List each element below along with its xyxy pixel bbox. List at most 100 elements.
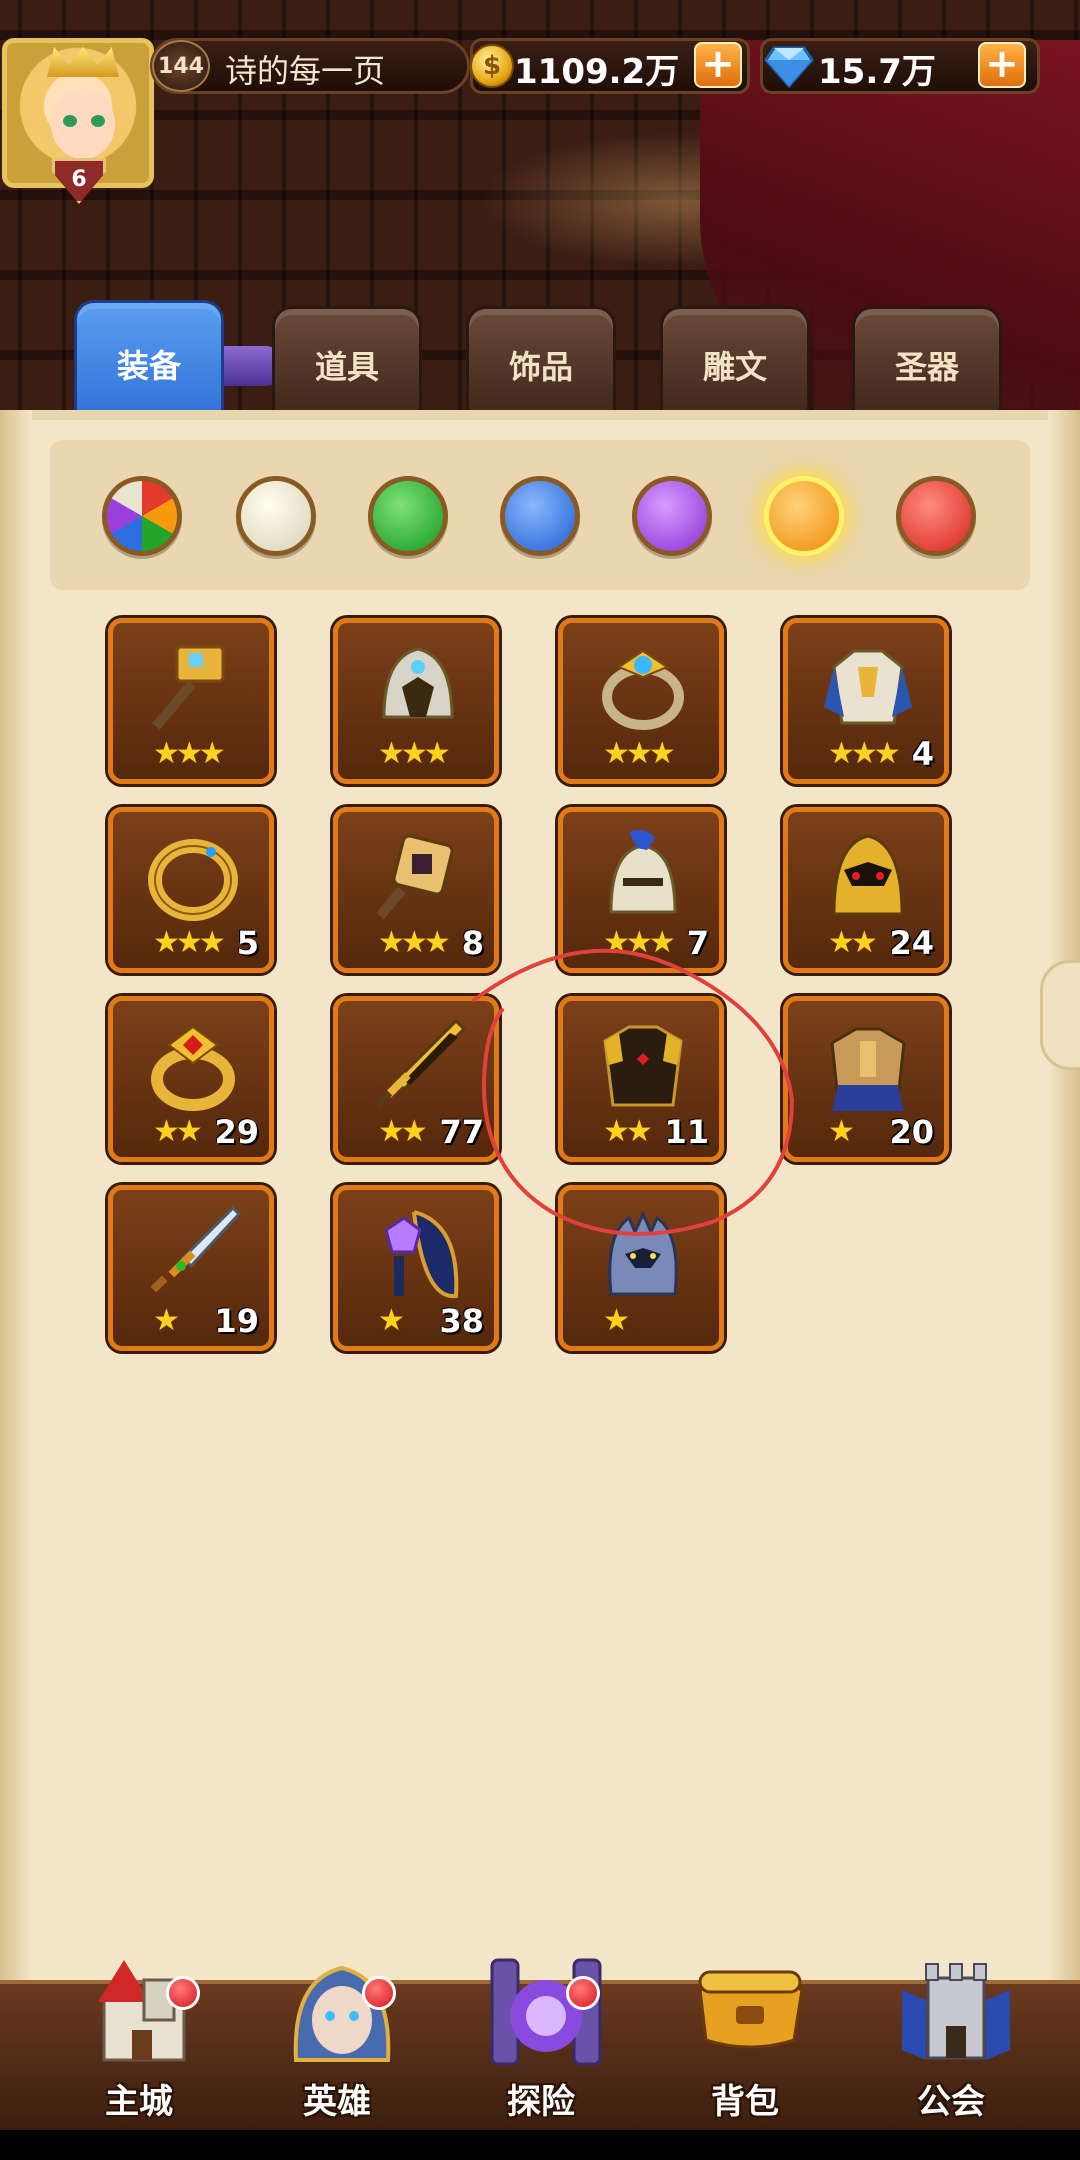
helmet-icon xyxy=(382,647,454,719)
item-count: 29 xyxy=(214,1113,259,1151)
nav-backpack[interactable]: 背包 xyxy=(660,1950,830,2130)
add-gold-button[interactable]: + xyxy=(694,42,742,88)
diamond-icon xyxy=(764,46,814,88)
sword-icon xyxy=(373,1018,467,1109)
filter-red[interactable] xyxy=(896,476,976,556)
avatar-face xyxy=(51,89,115,159)
equipment-slot[interactable]: ★★★ 4 xyxy=(783,618,949,784)
equipment-slot[interactable]: ★★★ 5 xyxy=(108,807,274,973)
nav-label: 公会 xyxy=(917,2082,985,2122)
nav-label: 主城 xyxy=(105,2082,173,2122)
notification-badge xyxy=(166,1976,200,2010)
avatar-eye xyxy=(91,115,105,127)
item-count: 20 xyxy=(889,1113,934,1151)
item-count: 8 xyxy=(461,924,484,962)
nav-label: 探险 xyxy=(507,2082,575,2122)
star-rating: ★★ xyxy=(378,1114,428,1149)
star-rating: ★ xyxy=(828,1114,855,1149)
item-count: 11 xyxy=(664,1113,709,1151)
filter-white[interactable] xyxy=(236,476,316,556)
snake-ring-icon xyxy=(148,839,238,921)
equipment-slot[interactable]: ★★★ xyxy=(333,618,499,784)
filter-blue[interactable] xyxy=(500,476,580,556)
nav-explore[interactable]: 探险 xyxy=(456,1950,626,2130)
star-rating: ★★ xyxy=(828,925,878,960)
star-rating: ★ xyxy=(153,1303,180,1338)
armor-icon xyxy=(824,649,912,725)
equipment-slot[interactable]: ★★ 29 xyxy=(108,996,274,1162)
equipment-slot[interactable]: ★★★ xyxy=(108,618,274,784)
star-rating: ★★★ xyxy=(828,736,901,771)
gem-shield-icon xyxy=(384,1210,459,1299)
star-rating: ★★★ xyxy=(378,925,451,960)
item-count: 19 xyxy=(214,1302,259,1340)
item-count: 24 xyxy=(889,924,934,962)
star-rating: ★★ xyxy=(153,1114,203,1149)
star-rating: ★★ xyxy=(603,1114,653,1149)
star-rating: ★★★ xyxy=(603,925,676,960)
nav-heroes[interactable]: 英雄 xyxy=(252,1950,422,2130)
hammer-icon xyxy=(152,645,225,730)
gold-coin-icon: $ xyxy=(470,44,514,88)
knight-helmet-icon xyxy=(609,830,677,914)
item-count: 7 xyxy=(686,924,709,962)
wolf-helmet-icon xyxy=(608,1210,678,1296)
equipment-slot[interactable]: ★★★ xyxy=(558,618,724,784)
equipment-slot[interactable]: ★★ 77 xyxy=(333,996,499,1162)
notification-badge xyxy=(362,1976,396,2010)
guild-tower-icon xyxy=(902,1963,1010,2060)
hero-icon xyxy=(293,1965,391,2062)
side-drawer-handle[interactable] xyxy=(1040,960,1080,1070)
dagger-icon xyxy=(150,1205,242,1293)
backpack-icon xyxy=(698,1970,804,2049)
filter-all[interactable] xyxy=(102,476,182,556)
tab-accessories[interactable]: 饰品 xyxy=(466,306,616,424)
notification-badge xyxy=(566,1976,600,2010)
player-name: 诗的每一页 xyxy=(225,52,386,90)
equipment-slot[interactable]: ★ 20 xyxy=(783,996,949,1162)
tab-items[interactable]: 道具 xyxy=(272,306,422,424)
panel-left-edge xyxy=(0,410,32,2050)
item-count: 77 xyxy=(439,1113,484,1151)
nav-label: 背包 xyxy=(711,2082,779,2122)
star-rating: ★★★ xyxy=(153,925,226,960)
gold-helmet-icon xyxy=(832,834,904,916)
chest-armor-icon xyxy=(603,1025,683,1107)
equipment-slot[interactable]: ★ 19 xyxy=(108,1185,274,1351)
equipment-slot[interactable]: ★ xyxy=(558,1185,724,1351)
star-rating: ★★★ xyxy=(378,736,451,771)
equipment-slot[interactable]: ★ 38 xyxy=(333,1185,499,1351)
top-bar: 144 诗的每一页 $ 1109.2万 + 15.7万 + xyxy=(0,36,1080,98)
item-count: 5 xyxy=(236,924,259,962)
castle-icon xyxy=(98,1960,186,2062)
filter-purple[interactable] xyxy=(632,476,712,556)
player-level-badge: 144 xyxy=(152,40,210,92)
star-rating: ★★★ xyxy=(153,736,226,771)
equipment-slot[interactable]: ★★★ 7 xyxy=(558,807,724,973)
plate-armor-icon xyxy=(830,1027,906,1111)
ruby-ring-icon xyxy=(151,1025,235,1111)
filter-green[interactable] xyxy=(368,476,448,556)
star-rating: ★ xyxy=(378,1303,405,1338)
ring-icon xyxy=(602,649,684,730)
tab-glyphs[interactable]: 雕文 xyxy=(660,306,810,424)
gold-amount: 1109.2万 xyxy=(514,52,680,92)
equipment-slot[interactable]: ★★ 11 xyxy=(558,996,724,1162)
nav-main-city[interactable]: 主城 xyxy=(54,1950,224,2130)
nav-guild[interactable]: 公会 xyxy=(866,1950,1036,2130)
avatar-eye xyxy=(63,115,77,127)
star-rating: ★ xyxy=(603,1303,630,1338)
portal-icon xyxy=(490,1958,602,2066)
add-gems-button[interactable]: + xyxy=(978,42,1026,88)
equipment-slot[interactable]: ★★ 24 xyxy=(783,807,949,973)
panel-right-edge xyxy=(1048,410,1080,2050)
equipment-slot[interactable]: ★★★ 8 xyxy=(333,807,499,973)
item-count: 38 xyxy=(439,1302,484,1340)
nav-label: 英雄 xyxy=(303,2082,371,2122)
tab-equipment[interactable]: 装备 xyxy=(74,300,224,428)
tab-relics[interactable]: 圣器 xyxy=(852,306,1002,424)
cube-hammer-icon xyxy=(376,834,454,920)
star-rating: ★★★ xyxy=(603,736,676,771)
filter-orange[interactable] xyxy=(764,476,844,556)
gem-amount: 15.7万 xyxy=(818,52,936,92)
